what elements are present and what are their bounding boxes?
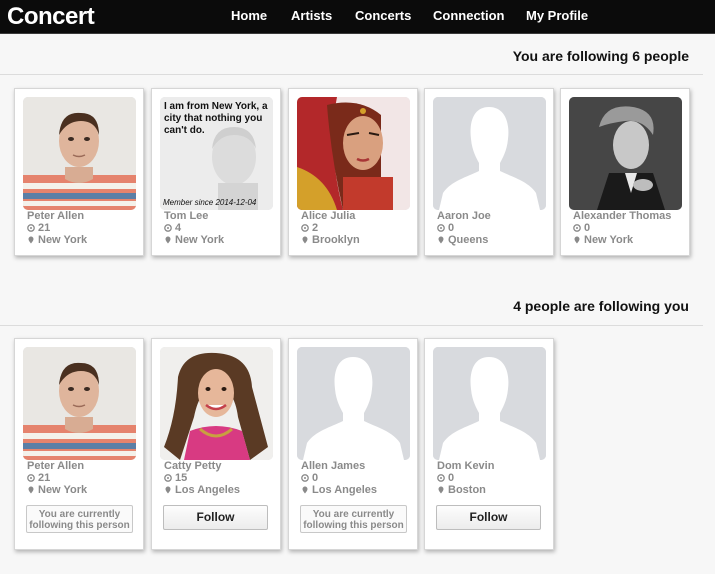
person-name[interactable]: Alice Julia — [301, 210, 355, 222]
profile-photo[interactable] — [160, 347, 273, 460]
concert-count: 0 — [312, 472, 319, 484]
following-card[interactable]: Alexander Thomas 0 New York — [560, 88, 690, 256]
concert-count: 0 — [448, 472, 455, 484]
brand-logo[interactable]: Concert — [7, 3, 95, 31]
location-pin-icon — [438, 486, 444, 494]
follower-card[interactable]: Dom Kevin 0 Boston Follow — [424, 338, 554, 550]
concert-count: 21 — [38, 222, 51, 234]
location: Queens — [448, 234, 489, 246]
concert-count: 0 — [584, 222, 591, 234]
person-name[interactable]: Alexander Thomas — [573, 210, 671, 222]
concert-count: 15 — [175, 472, 188, 484]
person-name[interactable]: Tom Lee — [164, 210, 208, 222]
nav-concerts[interactable]: Concerts — [355, 8, 411, 23]
follow-button[interactable]: Follow — [163, 505, 268, 530]
follower-card[interactable]: Catty Petty 15 Los Angeles Follow — [151, 338, 281, 550]
person-name[interactable]: Peter Allen — [27, 210, 84, 222]
concert-count: 4 — [175, 222, 182, 234]
location: Boston — [448, 484, 486, 496]
location: New York — [175, 234, 225, 246]
member-since: Member since 2014-12-04 — [163, 198, 257, 207]
following-card[interactable]: Aaron Joe 0 Queens — [424, 88, 554, 256]
following-status: You are currently following this person — [26, 505, 133, 533]
section-divider — [0, 325, 703, 326]
person-name[interactable]: Aaron Joe — [437, 210, 491, 222]
location: Los Angeles — [312, 484, 377, 496]
location: New York — [584, 234, 634, 246]
following-status: You are currently following this person — [300, 505, 407, 533]
concert-count-icon — [573, 224, 581, 232]
default-avatar-icon[interactable] — [297, 347, 410, 460]
person-name[interactable]: Allen James — [301, 460, 365, 472]
concert-count: 0 — [448, 222, 455, 234]
concert-count-icon — [27, 224, 35, 232]
person-name[interactable]: Catty Petty — [164, 460, 221, 472]
person-name[interactable]: Dom Kevin — [437, 460, 494, 472]
concert-count-icon — [437, 224, 445, 232]
location-pin-icon — [438, 236, 444, 244]
top-nav-bar: Concert Home Artists Concerts Connection… — [0, 0, 715, 34]
nav-my-profile[interactable]: My Profile — [526, 8, 588, 23]
concert-count: 2 — [312, 222, 319, 234]
followers-section-title: 4 people are following you — [513, 298, 689, 314]
following-card[interactable]: I am from New York, a city that nothing … — [151, 88, 281, 256]
concert-count-icon — [437, 474, 445, 482]
location-pin-icon — [165, 486, 171, 494]
following-section-title: You are following 6 people — [512, 48, 689, 64]
profile-quote: I am from New York, a city that nothing … — [164, 101, 268, 136]
location: New York — [38, 234, 88, 246]
location: Los Angeles — [175, 484, 240, 496]
location-pin-icon — [302, 486, 308, 494]
section-divider — [0, 74, 703, 75]
concert-count-icon — [164, 474, 172, 482]
person-name[interactable]: Peter Allen — [27, 460, 84, 472]
concert-count-icon — [301, 474, 309, 482]
follow-button[interactable]: Follow — [436, 505, 541, 530]
location-pin-icon — [574, 236, 580, 244]
concert-count-icon — [27, 474, 35, 482]
concert-count-icon — [164, 224, 172, 232]
profile-photo[interactable] — [23, 347, 136, 460]
location-pin-icon — [28, 236, 34, 244]
nav-home[interactable]: Home — [231, 8, 267, 23]
location-pin-icon — [28, 486, 34, 494]
profile-photo[interactable]: I am from New York, a city that nothing … — [160, 97, 273, 210]
location: Brooklyn — [312, 234, 360, 246]
following-card[interactable]: Alice Julia 2 Brooklyn — [288, 88, 418, 256]
location-pin-icon — [302, 236, 308, 244]
nav-connection[interactable]: Connection — [433, 8, 505, 23]
location-pin-icon — [165, 236, 171, 244]
profile-photo[interactable] — [23, 97, 136, 210]
concert-count: 21 — [38, 472, 51, 484]
nav-artists[interactable]: Artists — [291, 8, 332, 23]
default-avatar-icon[interactable] — [433, 347, 546, 460]
default-avatar-icon[interactable] — [433, 97, 546, 210]
follower-card[interactable]: Allen James 0 Los Angeles You are curren… — [288, 338, 418, 550]
concert-count-icon — [301, 224, 309, 232]
follower-card[interactable]: Peter Allen 21 New York You are currentl… — [14, 338, 144, 550]
profile-photo[interactable] — [569, 97, 682, 210]
location: New York — [38, 484, 88, 496]
following-card[interactable]: Peter Allen 21 New York — [14, 88, 144, 256]
profile-photo[interactable] — [297, 97, 410, 210]
